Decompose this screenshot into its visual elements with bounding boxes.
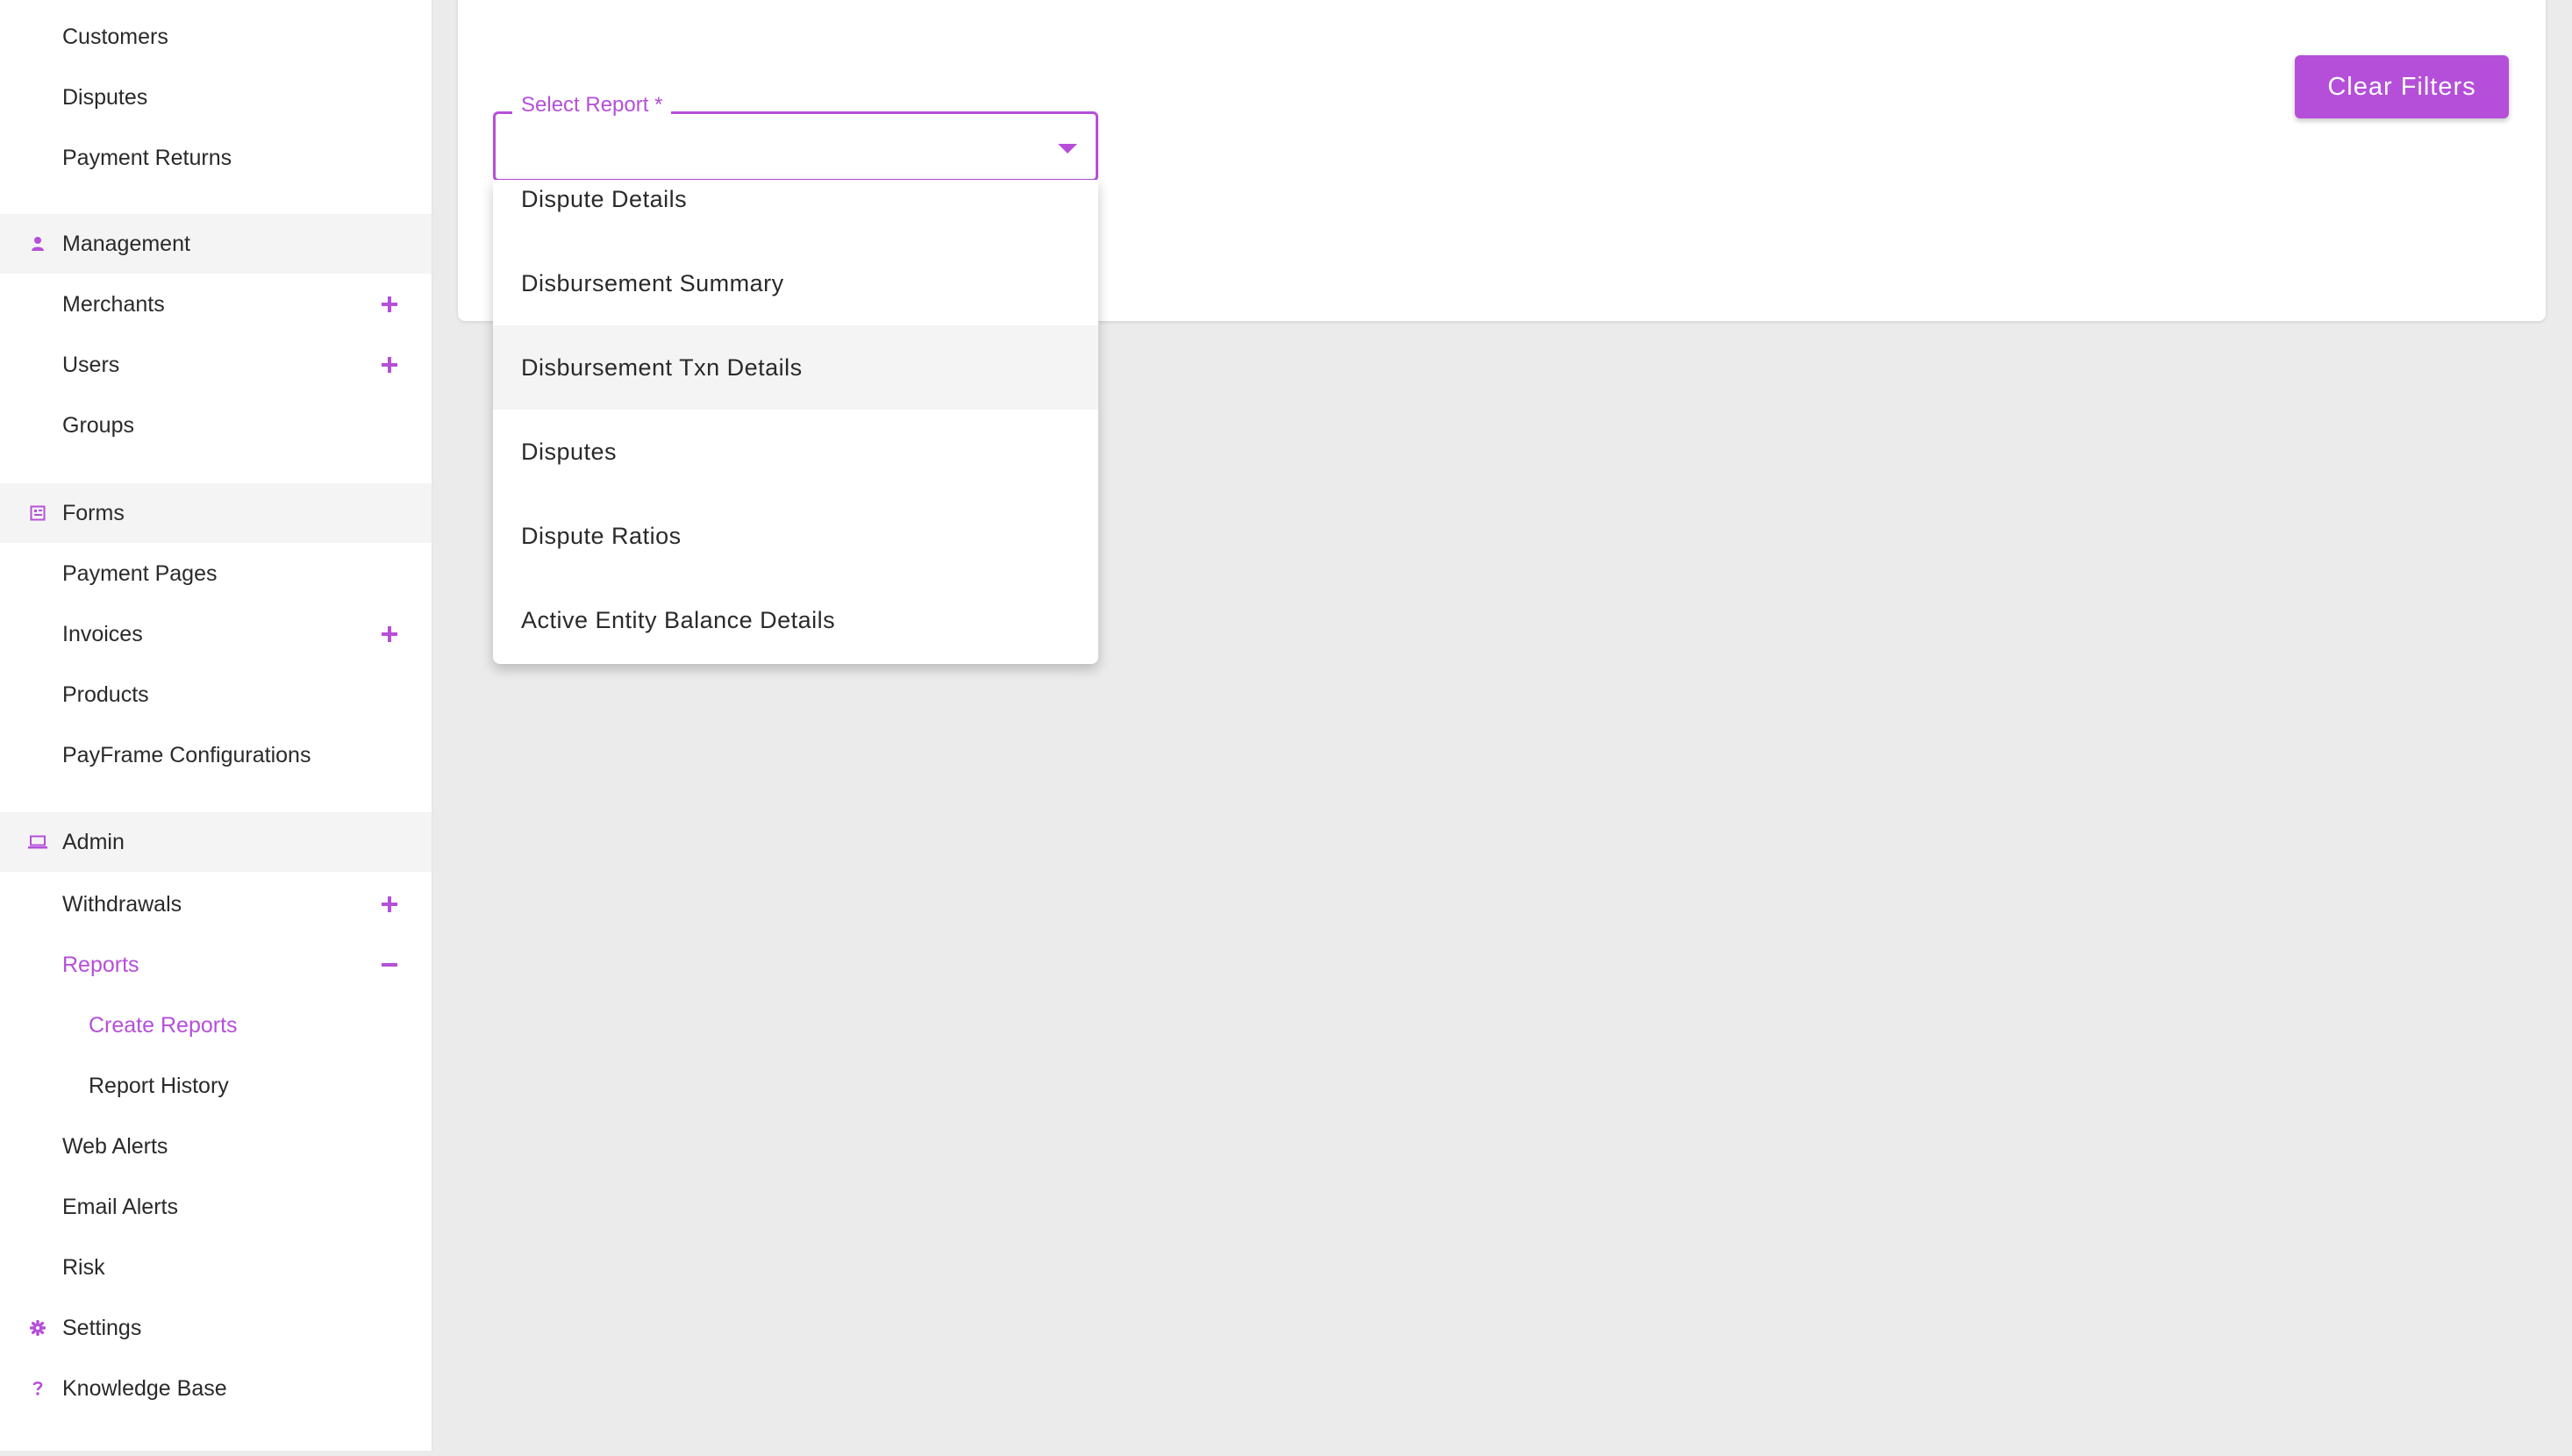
sidebar-item-report-history[interactable]: Report History (0, 1056, 432, 1116)
sidebar-item-label: Withdrawals (62, 891, 182, 917)
caret-down-icon[interactable] (1058, 144, 1077, 153)
report-options-menu: Dispute Details Disbursement Summary Dis… (493, 180, 1098, 664)
sidebar-item-label: PayFrame Configurations (62, 742, 311, 767)
sidebar-item-label: Groups (62, 412, 134, 438)
sidebar-item-label: Merchants (62, 291, 165, 317)
minus-icon[interactable] (379, 954, 400, 975)
sidebar-item-label: Customers (62, 24, 168, 49)
sidebar-section-forms[interactable]: Forms (0, 483, 432, 543)
sidebar-item-payframe-configurations[interactable]: PayFrame Configurations (0, 725, 432, 785)
sidebar-item-web-alerts[interactable]: Web Alerts (0, 1117, 432, 1176)
sidebar-item-settings[interactable]: Settings (0, 1298, 432, 1358)
sidebar-item-label: Disputes (62, 84, 148, 110)
select-report-label: Select Report * (512, 93, 672, 118)
sidebar-item-label: Forms (62, 500, 125, 525)
report-option-disbursement-summary[interactable]: Disbursement Summary (493, 241, 1098, 325)
sidebar-item-payment-pages[interactable]: Payment Pages (0, 544, 432, 603)
sidebar-item-disputes[interactable]: Disputes (0, 68, 432, 127)
plus-icon[interactable] (379, 894, 400, 915)
report-option-dispute-details[interactable]: Dispute Details (493, 180, 1098, 241)
sidebar-item-payment-returns[interactable]: Payment Returns (0, 128, 432, 188)
plus-icon[interactable] (379, 624, 400, 645)
sidebar-item-label: Create Reports (89, 1012, 238, 1038)
sidebar-item-withdrawals[interactable]: Withdrawals (0, 874, 432, 934)
clear-filters-button[interactable]: Clear Filters (2295, 55, 2509, 118)
sidebar-item-groups[interactable]: Groups (0, 396, 432, 455)
sidebar-item-label: Admin (62, 829, 125, 854)
sidebar-item-label: Users (62, 352, 120, 377)
sidebar-item-email-alerts[interactable]: Email Alerts (0, 1177, 432, 1237)
sidebar-item-label: Web Alerts (62, 1133, 168, 1159)
plus-icon[interactable] (379, 294, 400, 315)
question-icon (28, 1379, 47, 1398)
sidebar-section-admin[interactable]: Admin (0, 812, 432, 872)
sidebar-item-label: Risk (62, 1254, 105, 1280)
report-option-disputes[interactable]: Disputes (493, 410, 1098, 494)
sidebar-item-reports[interactable]: Reports (0, 935, 432, 995)
sidebar-item-products[interactable]: Products (0, 665, 432, 724)
sidebar-item-risk[interactable]: Risk (0, 1238, 432, 1297)
sidebar-section-management[interactable]: Management (0, 214, 432, 274)
sidebar-item-label: Payment Pages (62, 560, 218, 586)
sidebar-item-label: Settings (62, 1315, 142, 1340)
sidebar-item-label: Management (62, 231, 190, 256)
sidebar-item-invoices[interactable]: Invoices (0, 604, 432, 664)
sidebar-item-label: Products (62, 682, 149, 707)
report-option-active-entity-balance-details[interactable]: Active Entity Balance Details (493, 578, 1098, 662)
sidebar-item-knowledge-base[interactable]: Knowledge Base (0, 1359, 432, 1418)
report-option-dispute-ratios[interactable]: Dispute Ratios (493, 494, 1098, 578)
sidebar-item-label: Reports (62, 952, 139, 977)
select-report-dropdown[interactable] (493, 111, 1098, 182)
report-option-disbursement-txn-details[interactable]: Disbursement Txn Details (493, 325, 1098, 410)
sidebar-item-label: Report History (89, 1073, 229, 1098)
plus-icon[interactable] (379, 354, 400, 375)
sidebar: Customers Disputes Payment Returns Manag… (0, 0, 432, 1451)
form-icon (28, 503, 47, 523)
sidebar-item-create-reports[interactable]: Create Reports (0, 996, 432, 1055)
sidebar-item-merchants[interactable]: Merchants (0, 275, 432, 334)
laptop-icon (28, 832, 47, 852)
gear-icon (28, 1318, 47, 1338)
person-icon (28, 234, 47, 253)
sidebar-item-label: Invoices (62, 621, 143, 646)
sidebar-item-label: Email Alerts (62, 1194, 178, 1219)
sidebar-item-customers[interactable]: Customers (0, 7, 432, 67)
sidebar-item-label: Knowledge Base (62, 1375, 227, 1401)
sidebar-item-users[interactable]: Users (0, 335, 432, 395)
sidebar-item-label: Payment Returns (62, 145, 232, 170)
